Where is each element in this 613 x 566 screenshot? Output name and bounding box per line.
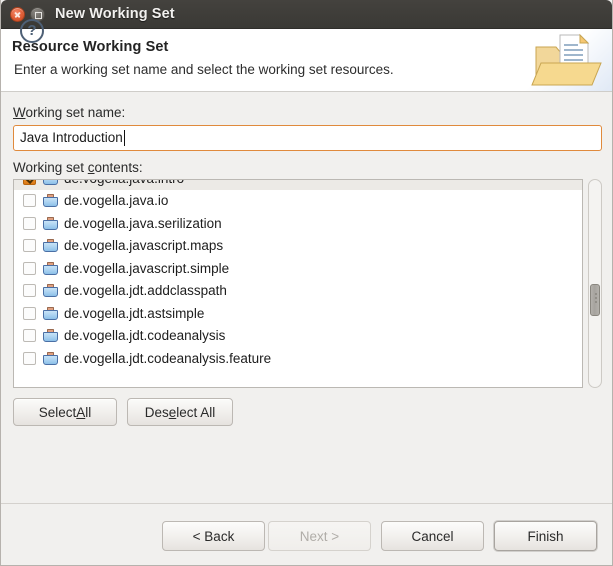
folder-icon [43, 239, 58, 253]
list-item[interactable]: de.vogella.jdt.codeanalysis.feature [14, 347, 582, 370]
back-button[interactable]: < Back [162, 521, 265, 551]
resource-list-rows: de.vogella.java.intro de.vogella.java.io d… [14, 180, 582, 370]
folder-icon [43, 180, 58, 185]
list-item-checkbox[interactable] [23, 216, 36, 230]
text-caret [124, 130, 125, 146]
list-item-label: de.vogella.jdt.addclasspath [64, 283, 227, 299]
list-item-checkbox[interactable] [23, 180, 36, 185]
list-item[interactable]: de.vogella.jdt.codeanalysis [14, 325, 582, 348]
list-item-label: de.vogella.java.io [64, 193, 169, 209]
title-bar: New Working Set [1, 0, 612, 29]
list-item-checkbox[interactable] [23, 194, 36, 208]
working-set-name-input[interactable]: Java Introduction [13, 125, 602, 151]
list-item[interactable]: de.vogella.java.io [14, 190, 582, 213]
list-item-checkbox[interactable] [23, 239, 36, 253]
scrollbar-thumb[interactable] [590, 284, 600, 316]
working-set-name-label: Working set name: [13, 105, 126, 120]
list-item-label: de.vogella.jdt.codeanalysis [64, 328, 226, 344]
list-item[interactable]: de.vogella.java.serilization [14, 212, 582, 235]
vertical-scrollbar[interactable] [588, 179, 602, 388]
list-item[interactable]: de.vogella.java.intro [14, 180, 582, 190]
folder-icon [43, 194, 58, 208]
list-item[interactable]: de.vogella.jdt.astsimple [14, 302, 582, 325]
close-icon[interactable] [10, 7, 25, 22]
dialog-body: Working set name: Java Introduction Work… [1, 92, 612, 501]
list-item[interactable]: de.vogella.javascript.simple [14, 257, 582, 280]
folder-icon [43, 351, 58, 365]
list-item[interactable]: de.vogella.jdt.addclasspath [14, 280, 582, 303]
new-working-set-dialog: New Working Set Resource Working Set Ent… [0, 0, 613, 566]
working-set-name-value: Java Introduction [20, 130, 123, 145]
list-item-label: de.vogella.java.serilization [64, 215, 222, 231]
list-item-checkbox[interactable] [23, 306, 36, 320]
select-all-button[interactable]: Select All [13, 398, 117, 426]
list-item-checkbox[interactable] [23, 284, 36, 298]
folder-icon [43, 216, 58, 230]
wizard-banner: Resource Working Set Enter a working set… [1, 29, 612, 92]
list-item-label: de.vogella.jdt.astsimple [64, 305, 205, 321]
deselect-all-button[interactable]: Des e lect All [127, 398, 233, 426]
list-item-label: de.vogella.java.intro [64, 180, 184, 186]
list-item-label: de.vogella.javascript.maps [64, 238, 224, 254]
list-item-checkbox[interactable] [23, 351, 36, 365]
window-title: New Working Set [55, 6, 175, 22]
list-item-checkbox[interactable] [23, 329, 36, 343]
help-icon[interactable]: ? [20, 19, 44, 43]
list-item-checkbox[interactable] [23, 261, 36, 275]
cancel-button[interactable]: Cancel [381, 521, 484, 551]
folder-icon [43, 284, 58, 298]
folder-icon [43, 329, 58, 343]
list-item-label: de.vogella.jdt.codeanalysis.feature [64, 350, 272, 366]
working-set-contents-label: Working set contents: [13, 160, 143, 175]
folder-icon [43, 306, 58, 320]
banner-description: Enter a working set name and select the … [14, 62, 394, 77]
list-item[interactable]: de.vogella.javascript.maps [14, 235, 582, 258]
working-set-contents-area: de.vogella.java.intro de.vogella.java.io d… [13, 179, 602, 388]
next-button: Next > [268, 521, 371, 551]
finish-button[interactable]: Finish [494, 521, 597, 551]
folder-icon [43, 261, 58, 275]
folder-with-document-icon [524, 29, 612, 91]
resource-list[interactable]: de.vogella.java.intro de.vogella.java.io d… [13, 179, 583, 388]
list-item-label: de.vogella.javascript.simple [64, 260, 230, 276]
